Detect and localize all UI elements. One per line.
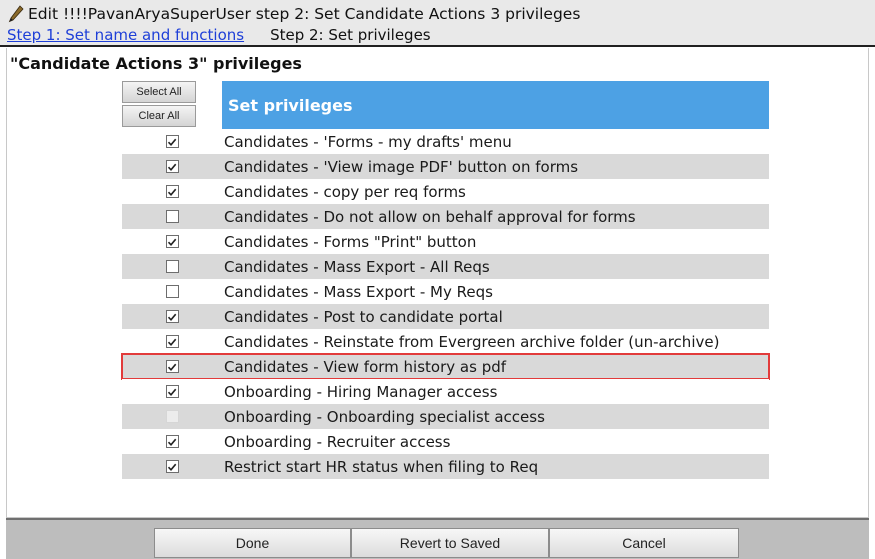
privilege-checkbox[interactable] bbox=[165, 235, 179, 248]
privilege-row: Candidates - Forms "Print" button bbox=[122, 229, 769, 254]
privilege-label: Candidates - Do not allow on behalf appr… bbox=[224, 207, 636, 226]
privilege-row: Onboarding - Onboarding specialist acces… bbox=[122, 404, 769, 429]
privilege-label: Candidates - Mass Export - All Reqs bbox=[224, 257, 490, 276]
checkbox-cell bbox=[122, 404, 222, 429]
privilege-row: Onboarding - Recruiter access bbox=[122, 429, 769, 454]
privilege-label: Candidates - Mass Export - My Reqs bbox=[224, 282, 493, 301]
privilege-checkbox[interactable] bbox=[165, 385, 179, 398]
privilege-row: Candidates - Post to candidate portal bbox=[122, 304, 769, 329]
privilege-checkbox[interactable] bbox=[165, 285, 179, 298]
step-breadcrumb: Step 1: Set name and functions Step 2: S… bbox=[7, 26, 431, 44]
window-title: Edit !!!!PavanAryaSuperUser step 2: Set … bbox=[28, 5, 581, 23]
done-button[interactable]: Done bbox=[154, 528, 351, 558]
privilege-label: Candidates - 'Forms - my drafts' menu bbox=[224, 132, 512, 151]
privilege-checkbox[interactable] bbox=[165, 460, 179, 473]
privilege-label: Onboarding - Hiring Manager access bbox=[224, 382, 498, 401]
checkmark-icon bbox=[167, 188, 177, 196]
checkbox-cell bbox=[122, 454, 222, 479]
checkbox-cell bbox=[122, 379, 222, 404]
step2-label: Step 2: Set privileges bbox=[270, 26, 431, 44]
checkmark-icon bbox=[167, 388, 177, 396]
privilege-row: Candidates - Do not allow on behalf appr… bbox=[122, 204, 769, 229]
privilege-label: Onboarding - Onboarding specialist acces… bbox=[224, 407, 545, 426]
revert-to-saved-button[interactable]: Revert to Saved bbox=[351, 528, 549, 558]
privilege-checkbox[interactable] bbox=[165, 435, 179, 448]
checkbox-cell bbox=[122, 229, 222, 254]
privilege-checkbox[interactable] bbox=[165, 310, 179, 323]
privilege-row: Restrict start HR status when filing to … bbox=[122, 454, 769, 479]
privilege-row: Candidates - Mass Export - All Reqs bbox=[122, 254, 769, 279]
checkbox-cell bbox=[122, 129, 222, 154]
privilege-checkbox[interactable] bbox=[165, 185, 179, 198]
title-divider bbox=[0, 45, 875, 47]
set-privileges-header: Set privileges bbox=[222, 81, 769, 129]
checkbox-cell bbox=[122, 204, 222, 229]
privilege-row: Candidates - 'View image PDF' button on … bbox=[122, 154, 769, 179]
checkmark-icon bbox=[167, 438, 177, 446]
section-title: "Candidate Actions 3" privileges bbox=[10, 54, 302, 73]
privilege-label: Onboarding - Recruiter access bbox=[224, 432, 451, 451]
cancel-button[interactable]: Cancel bbox=[549, 528, 739, 558]
privilege-checkbox[interactable] bbox=[165, 335, 179, 348]
checkbox-cell bbox=[122, 304, 222, 329]
window-title-row: Edit !!!!PavanAryaSuperUser step 2: Set … bbox=[8, 4, 580, 24]
checkmark-icon bbox=[167, 238, 177, 246]
checkmark-icon bbox=[167, 163, 177, 171]
checkmark-icon bbox=[167, 338, 177, 346]
privilege-row: Candidates - Mass Export - My Reqs bbox=[122, 279, 769, 304]
privilege-label: Candidates - Post to candidate portal bbox=[224, 307, 503, 326]
privilege-checkbox[interactable] bbox=[165, 210, 179, 223]
privilege-label: Candidates - Forms "Print" button bbox=[224, 232, 477, 251]
checkbox-cell bbox=[122, 154, 222, 179]
checkmark-icon bbox=[167, 138, 177, 146]
privilege-checkbox[interactable] bbox=[165, 160, 179, 173]
privilege-label: Candidates - Reinstate from Evergreen ar… bbox=[224, 332, 720, 351]
step1-link[interactable]: Step 1: Set name and functions bbox=[7, 26, 244, 44]
privilege-checkbox bbox=[165, 410, 179, 423]
checkmark-icon bbox=[167, 363, 177, 371]
privilege-row: Onboarding - Hiring Manager access bbox=[122, 379, 769, 404]
privileges-table-header: Select All Clear All Set privileges bbox=[122, 81, 769, 129]
clear-all-button[interactable]: Clear All bbox=[122, 105, 196, 127]
checkmark-icon bbox=[167, 463, 177, 471]
privilege-label: Candidates - copy per req forms bbox=[224, 182, 466, 201]
privilege-label: Candidates - 'View image PDF' button on … bbox=[224, 157, 579, 176]
privileges-list: Candidates - 'Forms - my drafts' menu Can… bbox=[121, 129, 770, 479]
checkbox-cell bbox=[122, 329, 222, 354]
title-bar: Edit !!!!PavanAryaSuperUser step 2: Set … bbox=[0, 0, 875, 46]
privilege-checkbox[interactable] bbox=[165, 135, 179, 148]
checkbox-cell bbox=[122, 179, 222, 204]
pencil-icon bbox=[8, 5, 24, 23]
privilege-row: Candidates - Reinstate from Evergreen ar… bbox=[122, 329, 769, 354]
select-all-button[interactable]: Select All bbox=[122, 81, 196, 103]
privilege-label: Candidates - View form history as pdf bbox=[224, 357, 507, 376]
checkbox-cell bbox=[122, 254, 222, 279]
privilege-label: Restrict start HR status when filing to … bbox=[224, 457, 539, 476]
checkbox-cell bbox=[122, 354, 222, 379]
checkmark-icon bbox=[167, 313, 177, 321]
checkbox-cell bbox=[122, 279, 222, 304]
checkbox-cell bbox=[122, 429, 222, 454]
privilege-checkbox[interactable] bbox=[165, 260, 179, 273]
privilege-checkbox[interactable] bbox=[165, 360, 179, 373]
privilege-row-highlighted: Candidates - View form history as pdf bbox=[121, 353, 770, 380]
privilege-row: Candidates - copy per req forms bbox=[122, 179, 769, 204]
privilege-row: Candidates - 'Forms - my drafts' menu bbox=[122, 129, 769, 154]
footer-bar: Done Revert to Saved Cancel bbox=[6, 518, 869, 559]
